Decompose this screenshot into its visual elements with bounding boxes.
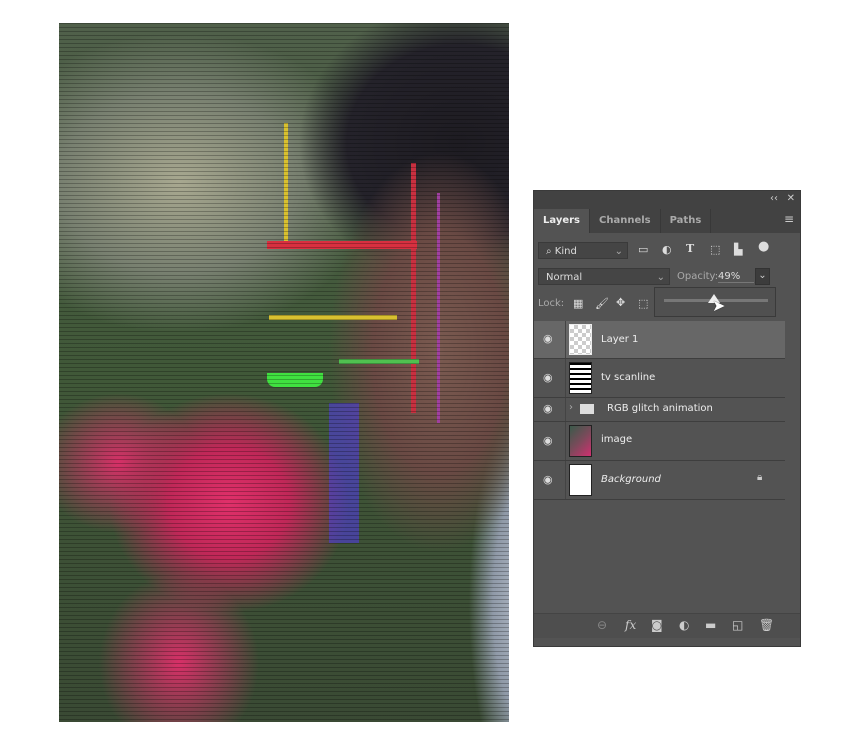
tab-channels[interactable]: Channels <box>590 209 661 233</box>
search-icon: ⌕ <box>546 246 552 257</box>
layer-name: image <box>601 434 633 445</box>
lock-label: Lock: <box>538 298 565 309</box>
collapse-icon[interactable]: ‹‹ <box>770 193 778 204</box>
layers-footer-toolbar: ⊖ fx ◙ ◐ ▬ ◱ 🗑︎ <box>534 613 800 638</box>
visibility-eye-icon[interactable]: ◉ <box>543 371 553 384</box>
type-filter-icon[interactable]: T <box>686 242 694 255</box>
opacity-input[interactable]: 49% <box>718 271 754 283</box>
chevron-down-icon: ⌄ <box>656 272 665 283</box>
glitch-photo-canvas <box>59 23 509 722</box>
mouse-cursor-icon: ➤ <box>712 296 726 315</box>
blend-mode-value: Normal <box>546 272 583 283</box>
layer-thumbnail <box>569 362 592 394</box>
shape-filter-icon[interactable]: ⬚ <box>710 243 720 256</box>
opacity-dropdown-button[interactable]: ⌄ <box>755 268 770 285</box>
delete-trash-icon[interactable]: 🗑︎ <box>759 618 774 632</box>
filter-kind-select[interactable]: ⌕ Kind ⌄ <box>538 242 628 259</box>
panel-tabs: Layers Channels Paths ≡ <box>534 209 800 233</box>
tab-paths[interactable]: Paths <box>661 209 712 233</box>
layer-thumbnail <box>569 425 592 457</box>
visibility-eye-icon[interactable]: ◉ <box>543 332 553 345</box>
layer-name: Layer 1 <box>601 334 639 345</box>
filter-toggle-icon[interactable]: ● <box>758 239 769 254</box>
scanline-overlay <box>59 23 509 722</box>
layer-name: Background <box>601 474 661 485</box>
lock-icon: 🔒︎ <box>757 472 763 483</box>
add-mask-icon[interactable]: ◙ <box>651 618 663 632</box>
opacity-slider-popup: ➤ <box>654 287 776 317</box>
visibility-eye-icon[interactable]: ◉ <box>543 402 553 415</box>
layers-panel: ‹‹ ✕ Layers Channels Paths ≡ ⌕ Kind ⌄ ▭ … <box>533 190 801 647</box>
link-layers-icon[interactable]: ⊖ <box>597 618 607 632</box>
folder-icon <box>580 404 594 414</box>
fx-icon[interactable]: fx <box>625 618 636 632</box>
layer-row-background[interactable]: ◉ Background 🔒︎ <box>534 461 785 500</box>
close-icon[interactable]: ✕ <box>787 193 795 204</box>
opacity-label: Opacity: <box>677 271 719 282</box>
visibility-eye-icon[interactable]: ◉ <box>543 434 553 447</box>
layer-thumbnail <box>569 324 592 355</box>
new-group-folder-icon[interactable]: ▬ <box>705 618 716 632</box>
filter-kind-label: Kind <box>554 246 577 257</box>
layer-name: tv scanline <box>601 372 656 383</box>
adjustment-layer-icon[interactable]: ◐ <box>679 618 689 632</box>
smart-object-filter-icon[interactable]: ▙ <box>734 243 742 256</box>
new-layer-icon[interactable]: ◱ <box>732 618 743 632</box>
chevron-down-icon: ⌄ <box>614 246 623 257</box>
layer-row-image[interactable]: ◉ image <box>534 422 785 461</box>
layer-row-tv-scanline[interactable]: ◉ tv scanline <box>534 359 785 398</box>
image-filter-icon[interactable]: ▭ <box>638 243 648 256</box>
expand-chevron-icon[interactable]: › <box>569 402 573 413</box>
panel-menu-icon[interactable]: ≡ <box>784 212 794 226</box>
layer-name: RGB glitch animation <box>607 403 713 414</box>
layer-thumbnail <box>569 464 592 496</box>
adjustment-filter-icon[interactable]: ◐ <box>662 243 672 256</box>
lock-transparent-icon[interactable]: ▦ <box>573 297 583 310</box>
blend-mode-select[interactable]: Normal ⌄ <box>538 268 670 285</box>
lock-image-brush-icon[interactable]: 🖌 <box>595 297 609 310</box>
lock-position-move-icon[interactable]: ✥ <box>616 296 625 309</box>
lock-artboard-icon[interactable]: ⬚ <box>638 297 648 310</box>
panel-titlebar: ‹‹ ✕ <box>534 191 800 209</box>
layer-row-rgb-glitch-animation[interactable]: ◉ › RGB glitch animation <box>534 398 785 422</box>
layer-row-layer-1[interactable]: ◉ Layer 1 <box>534 321 785 359</box>
visibility-eye-icon[interactable]: ◉ <box>543 473 553 486</box>
tab-layers[interactable]: Layers <box>534 209 590 233</box>
